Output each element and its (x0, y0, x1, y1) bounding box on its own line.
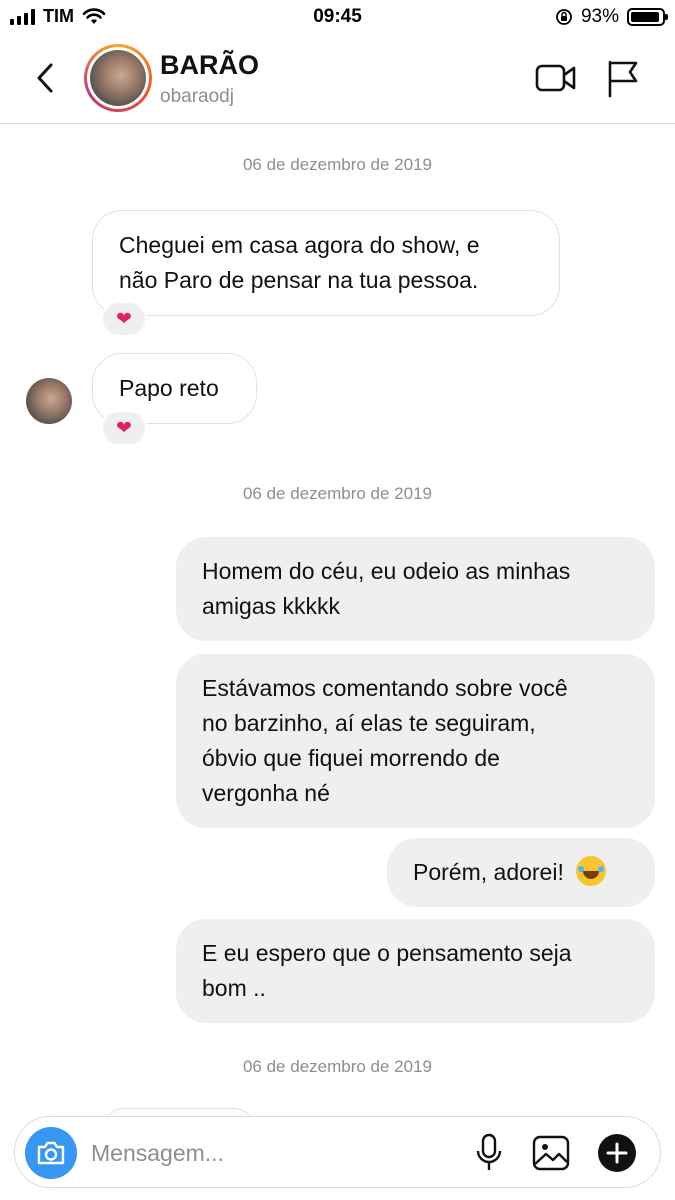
message-text: vergonha né (202, 780, 330, 806)
gallery-icon[interactable] (531, 1133, 571, 1173)
heart-reaction[interactable]: ❤ (101, 410, 147, 446)
plus-icon[interactable] (597, 1133, 637, 1173)
message-text: óbvio que fiquei morrendo de (202, 745, 500, 771)
sender-avatar[interactable] (26, 378, 72, 424)
contact-avatar[interactable] (84, 44, 152, 112)
contact-username[interactable]: obaraodj (160, 86, 234, 108)
battery-icon (627, 8, 668, 26)
outgoing-message[interactable]: Porém, adorei! (387, 838, 655, 907)
chat-header: BARÃO obaraodj (0, 34, 675, 124)
contact-name[interactable]: BARÃO (160, 50, 259, 81)
camera-button[interactable] (25, 1127, 77, 1179)
heart-icon: ❤ (116, 417, 132, 439)
message-text: não Paro de pensar na tua pessoa. (119, 267, 479, 293)
message-text: Papo reto (119, 375, 219, 401)
date-separator: 06 de dezembro de 2019 (242, 1057, 433, 1076)
message-text: Porém, adorei! (413, 859, 564, 885)
flag-icon[interactable] (604, 58, 640, 98)
outgoing-message[interactable]: Estávamos comentando sobre você no barzi… (176, 654, 655, 828)
incoming-message[interactable]: Cheguei em casa agora do show, e não Par… (92, 210, 560, 316)
message-text: Estávamos comentando sobre você (202, 675, 568, 701)
battery-percent: 93% (580, 6, 619, 27)
video-call-icon[interactable] (534, 62, 578, 94)
back-icon (37, 63, 53, 93)
date-separator: 06 de dezembro de 2019 (242, 484, 433, 503)
orientation-lock-icon (556, 9, 572, 25)
camera-icon (37, 1141, 65, 1165)
message-text: no barzinho, aí elas te seguiram, (202, 710, 536, 736)
outgoing-message[interactable]: Homem do céu, eu odeio as minhas amigas … (176, 537, 655, 641)
avatar-image (90, 50, 146, 106)
laughing-emoji-icon (576, 856, 607, 886)
heart-reaction[interactable]: ❤ (101, 301, 147, 337)
microphone-icon[interactable] (473, 1133, 505, 1173)
message-text: Cheguei em casa agora do show, e (119, 232, 480, 258)
message-text: bom .. (202, 975, 266, 1001)
status-bar: TIM 09:45 93% (0, 0, 675, 34)
message-text: E eu espero que o pensamento seja (202, 940, 572, 966)
message-composer (14, 1116, 661, 1188)
outgoing-message[interactable]: E eu espero que o pensamento seja bom .. (176, 919, 655, 1023)
date-separator: 06 de dezembro de 2019 (242, 155, 433, 174)
message-text: Homem do céu, eu odeio as minhas (202, 558, 571, 584)
status-right: 93% (555, 6, 668, 28)
back-button[interactable] (28, 58, 62, 98)
heart-icon: ❤ (116, 308, 132, 330)
battery-fill (631, 12, 659, 22)
message-text: amigas kkkkk (202, 593, 341, 619)
message-input[interactable] (91, 1135, 451, 1171)
